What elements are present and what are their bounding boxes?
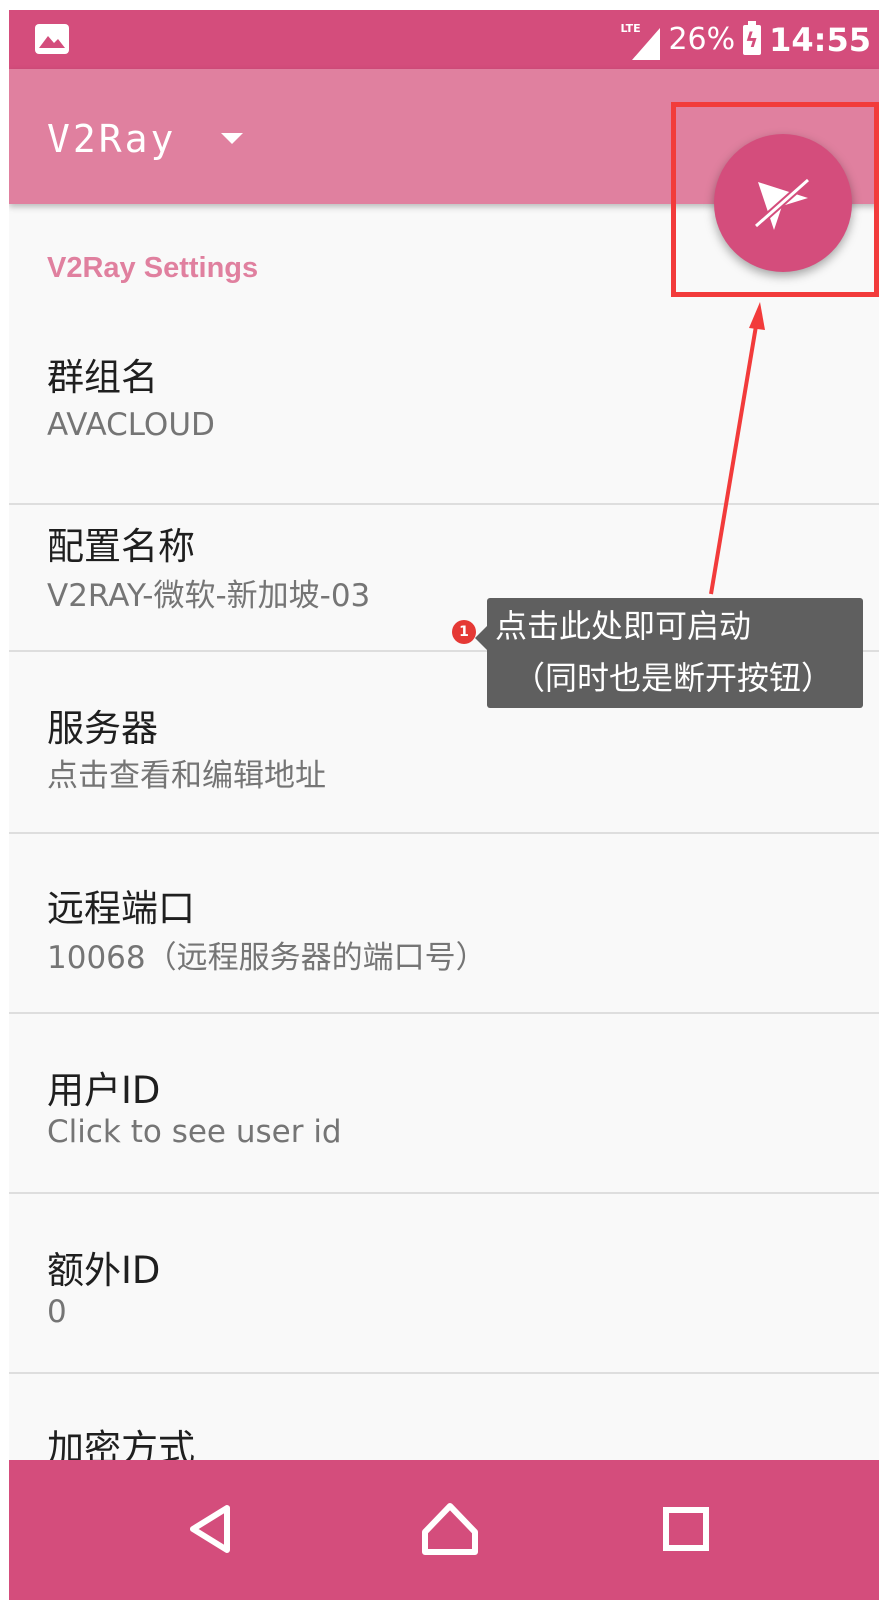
highlight-box xyxy=(671,102,879,297)
back-icon xyxy=(190,1505,230,1553)
tooltip-badge: 1 xyxy=(452,620,476,644)
tooltip-line1: 点击此处即可启动 xyxy=(495,607,752,645)
home-button[interactable] xyxy=(415,1494,485,1564)
tooltip-line2: （同时也是断开按钮） xyxy=(513,659,834,697)
recents-button[interactable] xyxy=(651,1494,721,1564)
navigation-bar xyxy=(9,1460,879,1600)
home-icon xyxy=(422,1503,478,1555)
app-screen: LTE 26% ϟ 14:55 V2Ray V2Ray Settings 群组名… xyxy=(9,10,879,1600)
recents-icon xyxy=(663,1507,709,1551)
back-button[interactable] xyxy=(181,1494,251,1564)
tooltip: 点击此处即可启动 （同时也是断开按钮） xyxy=(475,598,863,708)
